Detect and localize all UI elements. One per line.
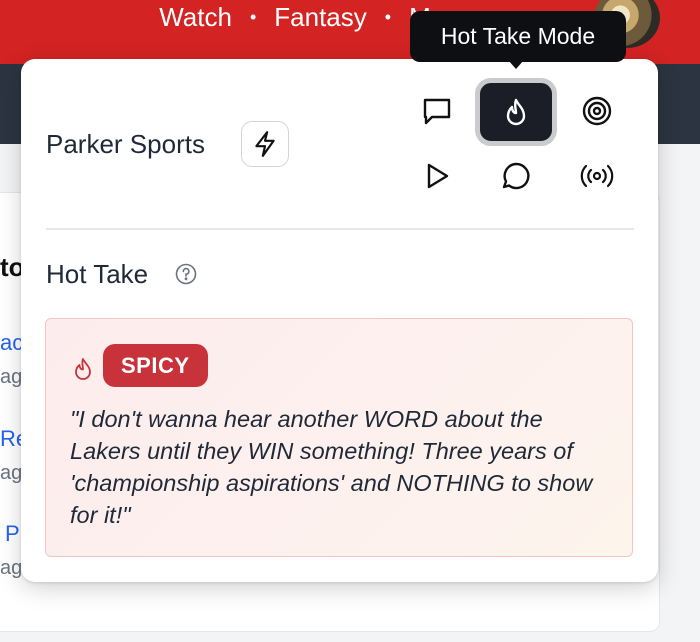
play-icon [427, 163, 449, 189]
mode-target-button[interactable] [571, 85, 623, 137]
hot-take-quote: "I don't wanna hear another WORD about t… [70, 406, 593, 528]
section-divider [46, 228, 634, 230]
background-link[interactable]: ac [0, 330, 23, 356]
mode-broadcast-button[interactable] [571, 150, 623, 202]
target-icon [582, 96, 612, 126]
mode-play-button[interactable] [411, 150, 463, 202]
background-meta: ag [0, 557, 23, 579]
spice-level-badge: SPICY [103, 344, 208, 387]
personality-popover: Parker Sports Hot Take SPICY "I don't wa… [21, 59, 658, 582]
tooltip-arrow [508, 60, 524, 69]
quick-action-button[interactable] [241, 121, 289, 167]
mode-hot-take-button[interactable] [475, 78, 557, 146]
background-meta: ag [0, 462, 23, 484]
lightning-bolt-icon [255, 131, 275, 157]
nav-separator: • [249, 6, 257, 27]
broadcast-icon [580, 164, 614, 188]
nav-separator: • [384, 6, 392, 27]
round-chat-icon [502, 162, 530, 190]
tooltip: Hot Take Mode [410, 11, 626, 62]
background-link[interactable]: P [5, 521, 20, 547]
flame-icon [75, 358, 91, 380]
hot-take-card: SPICY "I don't wanna hear another WORD a… [45, 318, 633, 557]
nav-link-fantasy[interactable]: Fantasy [274, 2, 367, 33]
square-chat-icon [423, 98, 451, 125]
flame-icon [506, 98, 526, 126]
mode-comment-button[interactable] [490, 150, 542, 202]
brand-name: Parker Sports [46, 129, 205, 159]
mode-chat-button[interactable] [411, 85, 463, 137]
nav-link-watch[interactable]: Watch [159, 2, 232, 33]
background-meta: ag [0, 366, 23, 388]
section-title: Hot Take [46, 259, 149, 289]
help-icon[interactable] [175, 263, 197, 285]
